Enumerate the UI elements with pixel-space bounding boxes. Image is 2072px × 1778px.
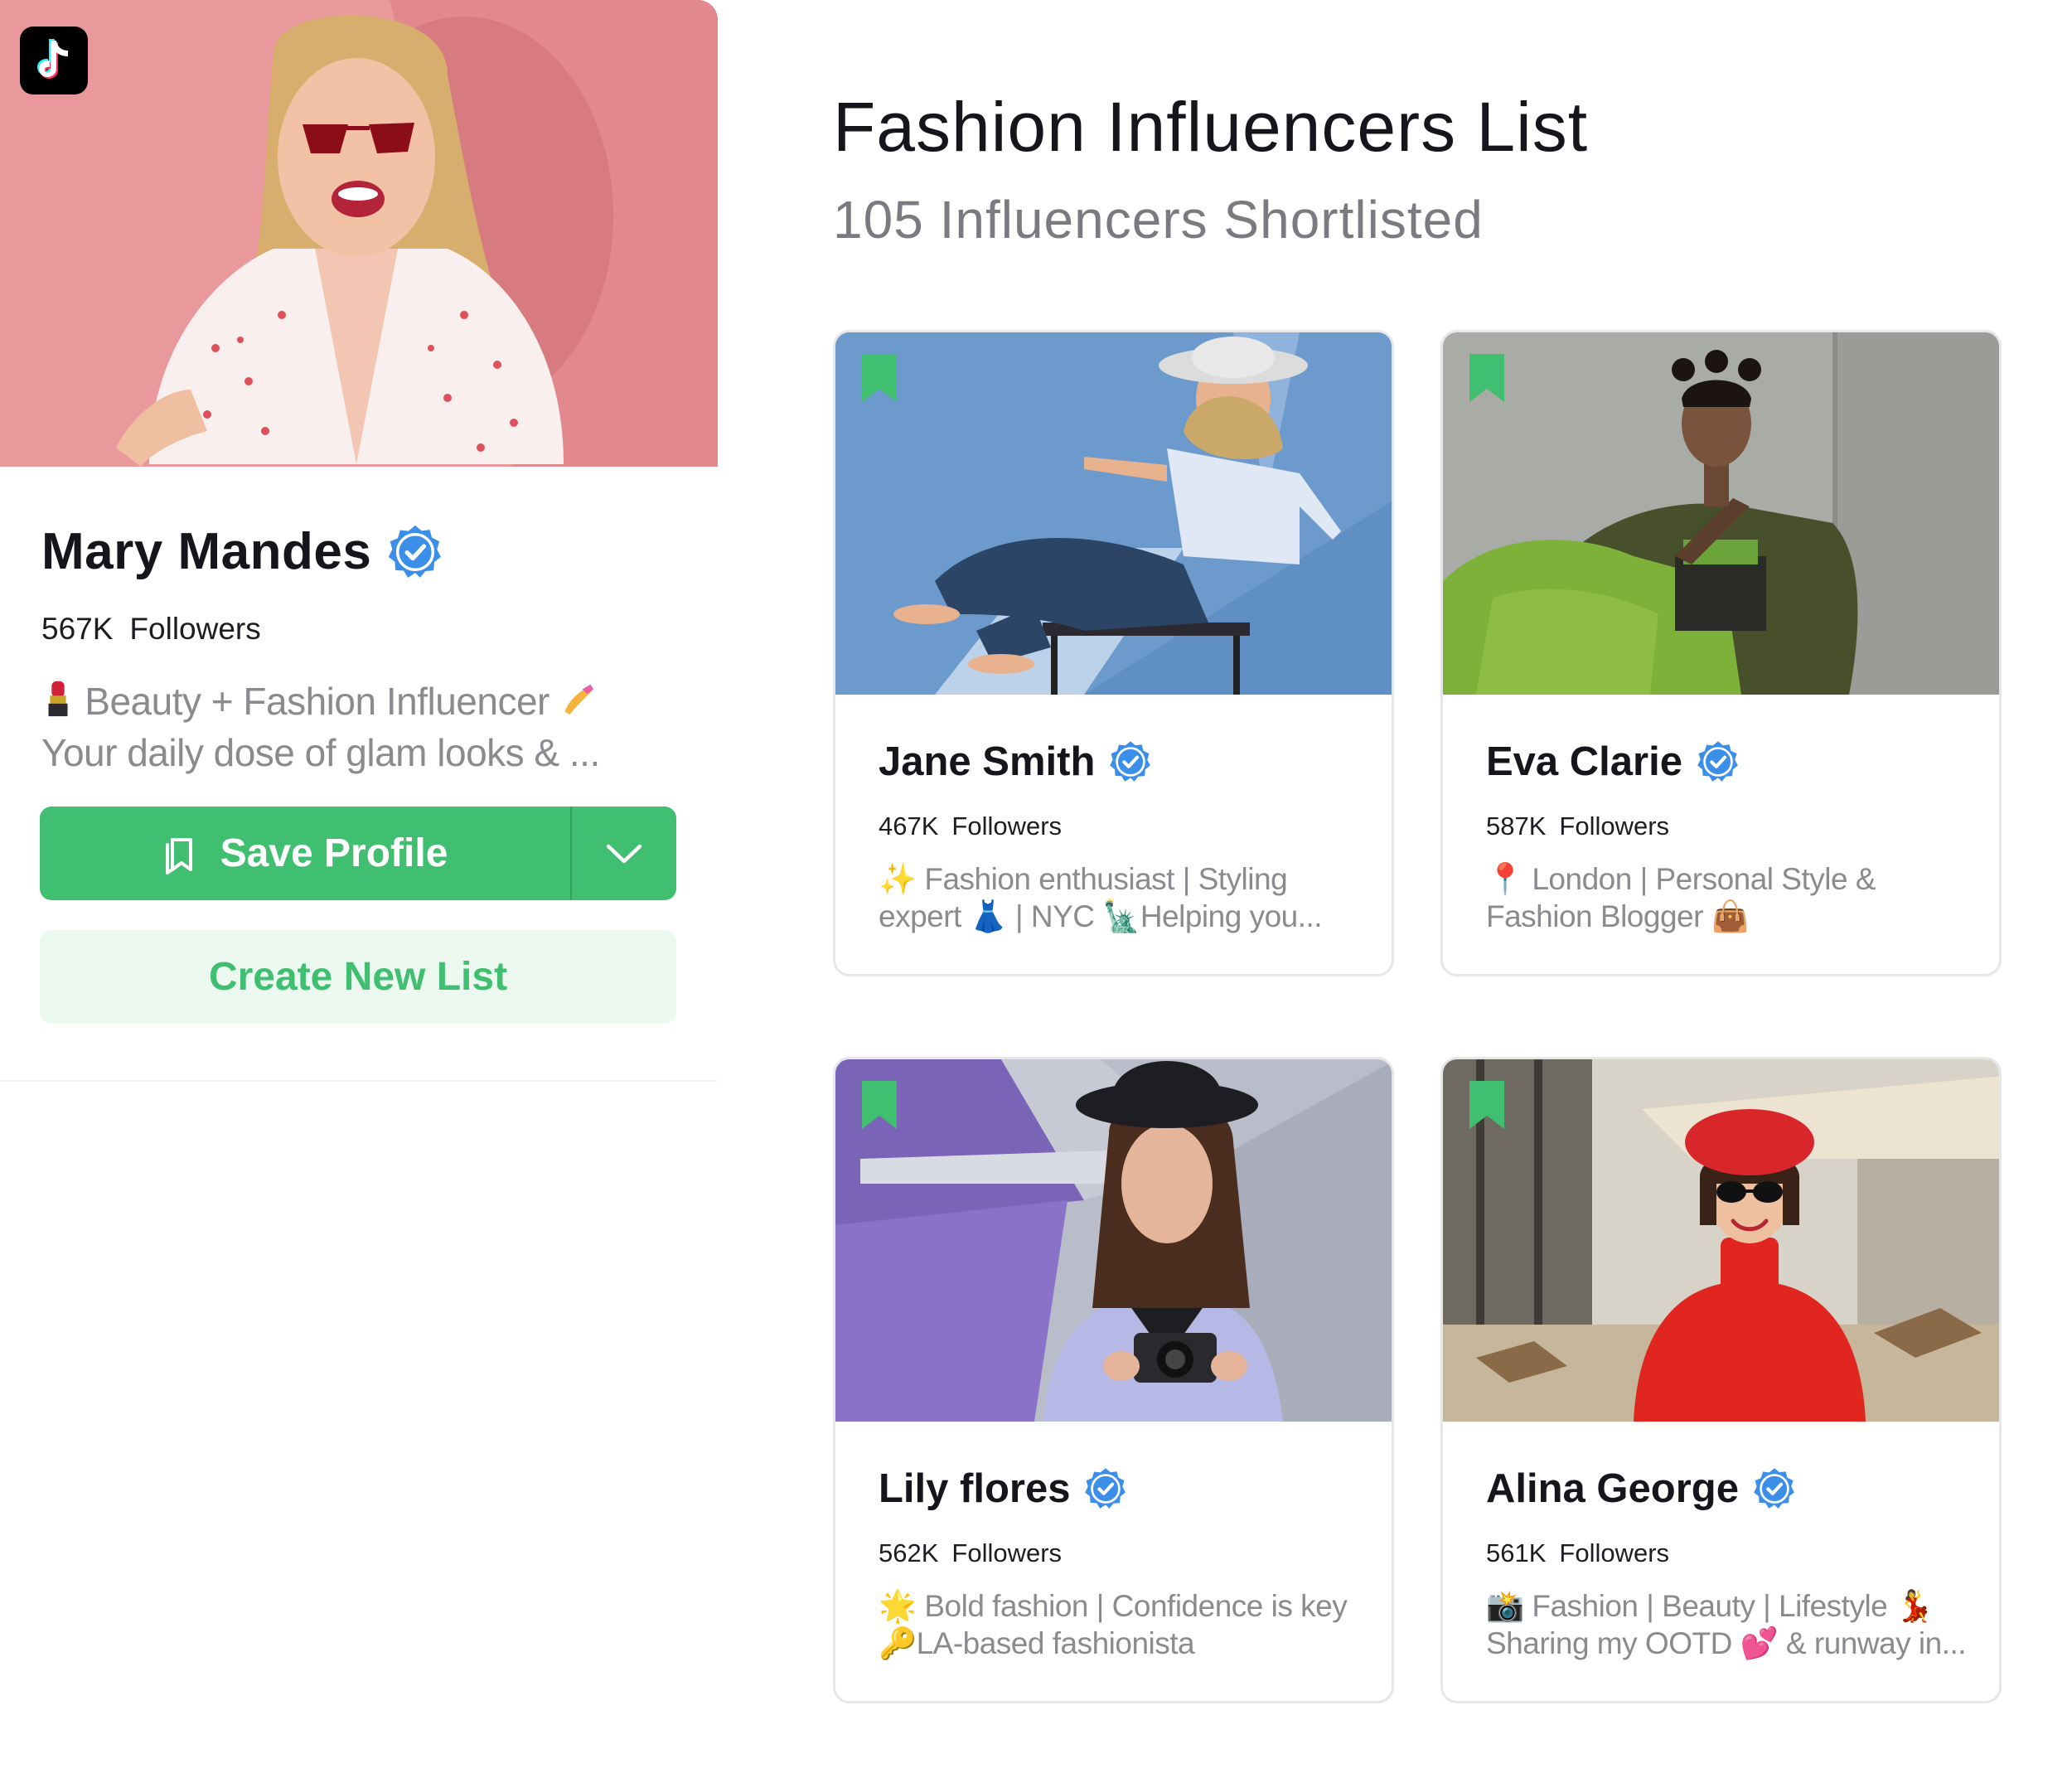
influencer-card[interactable]: Eva Clarie 587K Followers 📍 London | Per… bbox=[1440, 330, 2002, 976]
verified-badge-icon bbox=[1085, 1468, 1126, 1509]
bookmark-icon[interactable] bbox=[1468, 1081, 1506, 1131]
bookmark-icon[interactable] bbox=[860, 1081, 898, 1131]
influencer-bio-line1: ✨ Fashion enthusiast | Styling bbox=[879, 862, 1288, 896]
influencer-followers-label: Followers bbox=[1559, 1538, 1670, 1567]
influencer-photo-illustration bbox=[835, 1059, 1392, 1422]
influencer-followers-label: Followers bbox=[1559, 811, 1670, 841]
profile-followers-label: Followers bbox=[129, 612, 261, 646]
influencer-bio: 📸 Fashion | Beauty | Lifestyle 💃 Sharing… bbox=[1486, 1587, 1975, 1662]
profile-bio-line1-row: Beauty + Fashion Influencer bbox=[41, 676, 671, 727]
nail-polish-icon bbox=[564, 684, 594, 715]
verified-badge-icon bbox=[1697, 741, 1738, 782]
profile-name: Mary Mandes bbox=[41, 523, 372, 580]
influencer-followers-count: 562K bbox=[879, 1538, 939, 1567]
influencer-photo bbox=[835, 1059, 1392, 1422]
influencer-bio: ✨ Fashion enthusiast | Styling expert 👗 … bbox=[879, 860, 1368, 935]
influencer-followers: 467K Followers bbox=[879, 811, 1062, 841]
influencer-name-row: Eva Clarie bbox=[1486, 739, 1740, 785]
influencer-bio-line1: 📸 Fashion | Beauty | Lifestyle 💃 bbox=[1486, 1589, 1934, 1623]
influencer-name: Eva Clarie bbox=[1486, 739, 1682, 784]
influencer-photo-illustration bbox=[1443, 1059, 1999, 1422]
influencer-card[interactable]: Jane Smith 467K Followers ✨ Fashion enth… bbox=[833, 330, 1394, 976]
list-title: Fashion Influencers List bbox=[833, 88, 1589, 166]
profile-bio-line2: Your daily dose of glam looks & ... bbox=[41, 731, 600, 774]
lipstick-icon bbox=[48, 681, 68, 717]
bookmark-icon[interactable] bbox=[1468, 354, 1506, 404]
influencer-bio: 🌟 Bold fashion | Confidence is key 🔑LA-b… bbox=[879, 1587, 1368, 1662]
influencer-followers-count: 467K bbox=[879, 811, 939, 841]
profile-photo-illustration bbox=[0, 0, 718, 467]
influencer-photo bbox=[1443, 1059, 1999, 1422]
influencer-name-row: Jane Smith bbox=[879, 739, 1153, 785]
verified-badge-icon bbox=[1110, 741, 1151, 782]
save-profile-button[interactable]: Save Profile bbox=[40, 807, 570, 900]
profile-photo bbox=[0, 0, 718, 467]
verified-badge-icon bbox=[1754, 1468, 1794, 1509]
influencer-card[interactable]: Lily flores 562K Followers 🌟 Bold fashio… bbox=[833, 1057, 1394, 1703]
influencer-bio-line1: 📍 London | Personal Style & bbox=[1486, 862, 1876, 896]
influencer-name: Alina George bbox=[1486, 1466, 1739, 1511]
influencer-followers-count: 561K bbox=[1486, 1538, 1547, 1567]
influencer-followers: 587K Followers bbox=[1486, 811, 1669, 841]
influencer-photo-illustration bbox=[835, 332, 1392, 695]
influencer-followers-label: Followers bbox=[951, 811, 1063, 841]
save-profile-label: Save Profile bbox=[220, 831, 448, 875]
influencer-followers: 562K Followers bbox=[879, 1538, 1062, 1568]
influencer-name: Lily flores bbox=[879, 1466, 1071, 1511]
influencer-followers: 561K Followers bbox=[1486, 1538, 1669, 1568]
bookmark-outline-icon bbox=[165, 837, 192, 874]
profile-bio-line1: Beauty + Fashion Influencer bbox=[85, 680, 549, 723]
influencer-bio-line1: 🌟 Bold fashion | Confidence is key bbox=[879, 1589, 1348, 1623]
profile-bio: Beauty + Fashion Influencer Your daily d… bbox=[41, 676, 671, 778]
influencer-bio-line2: 🔑LA-based fashionista bbox=[879, 1626, 1195, 1660]
profile-followers-count: 567K bbox=[41, 612, 114, 646]
influencer-name: Jane Smith bbox=[879, 739, 1096, 784]
save-profile-button-group: Save Profile bbox=[40, 807, 676, 900]
profile-panel: Mary Mandes 567K Followers Beauty + Fash… bbox=[0, 0, 718, 1082]
chevron-down-icon bbox=[606, 844, 642, 863]
influencer-bio-line2: Sharing my OOTD 💕 & runway in... bbox=[1486, 1626, 1967, 1660]
save-options-dropdown[interactable] bbox=[572, 807, 676, 900]
influencer-name-row: Lily flores bbox=[879, 1466, 1128, 1512]
profile-followers: 567K Followers bbox=[41, 612, 261, 647]
tiktok-icon[interactable] bbox=[20, 27, 88, 94]
influencer-photo bbox=[1443, 332, 1999, 695]
influencer-bio-line2: Fashion Blogger 👜 bbox=[1486, 899, 1750, 933]
influencer-followers-count: 587K bbox=[1486, 811, 1547, 841]
influencer-followers-label: Followers bbox=[951, 1538, 1063, 1567]
influencer-photo bbox=[835, 332, 1392, 695]
influencer-card[interactable]: Alina George 561K Followers 📸 Fashion | … bbox=[1440, 1057, 2002, 1703]
influencer-name-row: Alina George bbox=[1486, 1466, 1797, 1512]
list-subtitle: 105 Influencers Shortlisted bbox=[833, 190, 1484, 250]
create-new-list-button[interactable]: Create New List bbox=[40, 930, 676, 1024]
bookmark-icon[interactable] bbox=[860, 354, 898, 404]
tiktok-logo-icon bbox=[37, 39, 68, 79]
influencer-photo-illustration bbox=[1443, 332, 1999, 695]
influencer-bio: 📍 London | Personal Style & Fashion Blog… bbox=[1486, 860, 1975, 935]
influencer-bio-line2: expert 👗 | NYC 🗽Helping you... bbox=[879, 899, 1323, 933]
profile-name-row: Mary Mandes bbox=[41, 522, 444, 581]
verified-badge-icon bbox=[389, 525, 442, 578]
